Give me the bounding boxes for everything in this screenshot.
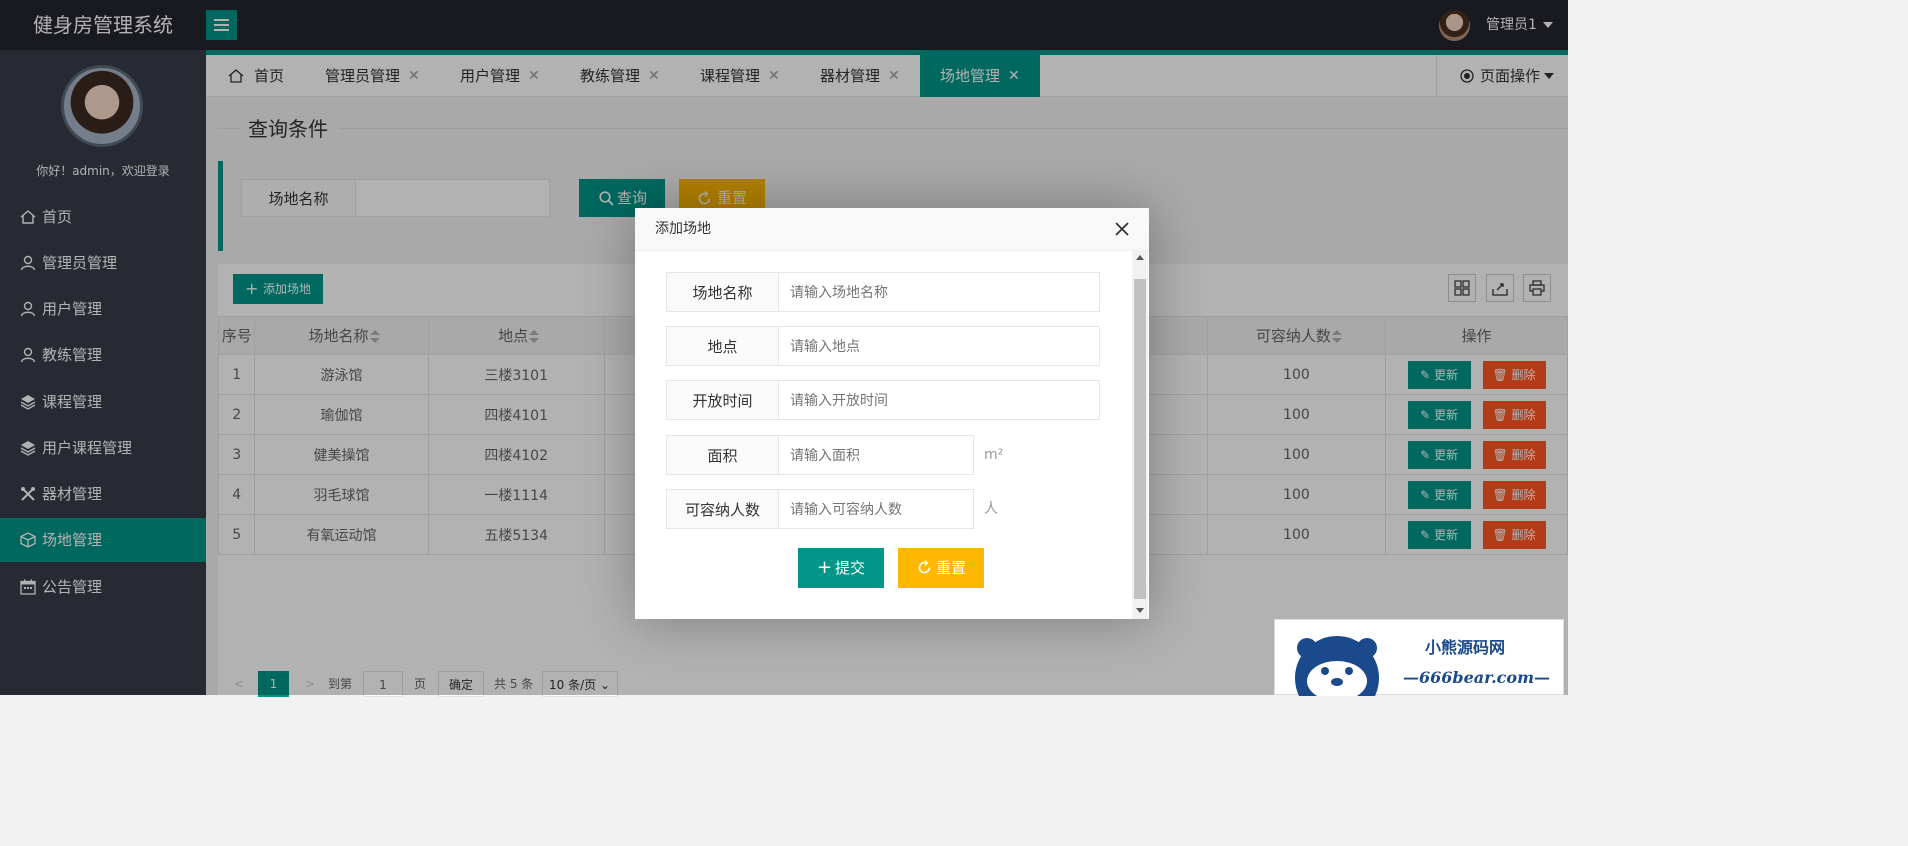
dialog-title: 添加场地 bbox=[635, 208, 1149, 251]
plus-icon: + bbox=[817, 557, 833, 578]
watermark-cn: 小熊源码网 bbox=[1425, 638, 1506, 657]
capacity-unit: 人 bbox=[984, 501, 998, 517]
venue-name-field[interactable]: 请输入场地名称 bbox=[778, 272, 1100, 312]
capacity-field[interactable]: 请输入可容纳人数 bbox=[778, 489, 974, 529]
field-label: 开放时间 bbox=[666, 380, 779, 420]
refresh-icon bbox=[918, 560, 931, 574]
dialog-scrollbar[interactable] bbox=[1132, 251, 1148, 619]
dialog-body: 场地名称 请输入场地名称 地点 请输入地点 开放时间 请输入开放时间 面积 请输… bbox=[635, 251, 1149, 619]
field-label: 面积 bbox=[666, 435, 779, 475]
field-label: 场地名称 bbox=[666, 272, 779, 312]
open-hours-field[interactable]: 请输入开放时间 bbox=[778, 380, 1100, 420]
area-field[interactable]: 请输入面积 bbox=[778, 435, 974, 475]
submit-button[interactable]: + 提交 bbox=[798, 548, 884, 588]
field-label: 可容纳人数 bbox=[666, 489, 779, 529]
scroll-down-icon[interactable] bbox=[1136, 608, 1144, 613]
submit-label: 提交 bbox=[835, 559, 866, 577]
bear-logo-icon bbox=[1295, 636, 1379, 696]
dialog-reset-label: 重置 bbox=[936, 559, 967, 577]
watermark-en: —666bear.com— bbox=[1403, 668, 1551, 687]
location-field[interactable]: 请输入地点 bbox=[778, 326, 1100, 366]
scroll-thumb[interactable] bbox=[1134, 279, 1146, 599]
dialog-reset-button[interactable]: 重置 bbox=[898, 548, 984, 588]
scroll-up-icon[interactable] bbox=[1136, 255, 1144, 260]
add-venue-dialog: 添加场地 场地名称 请输入场地名称 地点 请输入地点 开放时间 请输入开放时间 … bbox=[635, 208, 1149, 619]
field-label: 地点 bbox=[666, 326, 779, 366]
close-icon[interactable] bbox=[1115, 222, 1129, 236]
area-unit: m² bbox=[984, 447, 1004, 463]
watermark-logo: 小熊源码网 —666bear.com— bbox=[1274, 619, 1564, 696]
